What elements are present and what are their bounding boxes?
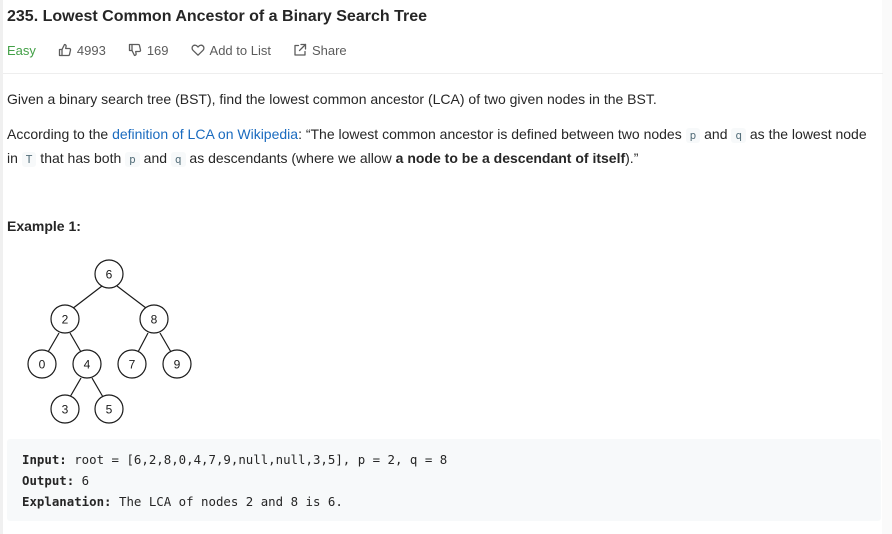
heart-icon xyxy=(190,44,205,56)
text-fragment: ).” xyxy=(625,150,639,166)
description-paragraph-2: According to the definition of LCA on Wi… xyxy=(7,123,877,171)
input-value: root = [6,2,8,0,4,7,9,null,null,3,5], p … xyxy=(66,452,448,467)
output-value: 6 xyxy=(74,473,90,488)
tree-node: 4 xyxy=(72,349,102,379)
share-button[interactable]: Share xyxy=(293,43,347,58)
text-fragment: and xyxy=(700,126,732,142)
tree-edge xyxy=(71,285,103,310)
share-label: Share xyxy=(311,42,347,58)
tree-edge xyxy=(137,332,149,353)
tree-node-label: 7 xyxy=(129,358,136,372)
text-fragment: and xyxy=(139,150,171,166)
tree-node: 7 xyxy=(117,349,147,379)
tree-edge xyxy=(159,332,172,353)
tree-edge xyxy=(91,377,104,398)
header-divider xyxy=(3,73,883,74)
add-to-list-label: Add to List xyxy=(209,42,271,58)
dislike-button[interactable]: 169 xyxy=(128,43,169,58)
tree-node: 5 xyxy=(94,394,124,424)
code-q: q xyxy=(170,152,186,167)
code-T: T xyxy=(21,152,37,167)
lca-wikipedia-link[interactable]: definition of LCA on Wikipedia xyxy=(112,126,298,142)
explanation-line: Explanation: The LCA of nodes 2 and 8 is… xyxy=(22,494,343,509)
tree-node: 9 xyxy=(162,349,192,379)
tree-node: 8 xyxy=(139,304,169,334)
description-paragraph-1: Given a binary search tree (BST), find t… xyxy=(7,91,657,107)
thumbs-down-icon xyxy=(128,43,142,57)
output-label: Output: xyxy=(22,473,75,488)
text-fragment: that has both xyxy=(36,150,126,166)
text-fragment: as descendants (where we allow xyxy=(185,150,396,166)
tree-node: 2 xyxy=(50,304,80,334)
right-panel-edge xyxy=(882,0,892,534)
tree-edge xyxy=(116,285,147,309)
like-count: 4993 xyxy=(76,42,106,58)
tree-node: 0 xyxy=(27,349,57,379)
code-p: p xyxy=(685,128,701,143)
tree-node-label: 9 xyxy=(174,358,181,372)
left-panel-edge xyxy=(0,0,3,534)
tree-node-label: 2 xyxy=(62,313,69,327)
input-label: Input: xyxy=(22,452,67,467)
thumbs-up-icon xyxy=(58,43,72,57)
code-p: p xyxy=(125,152,140,167)
tree-edge xyxy=(47,332,60,353)
dislike-count: 169 xyxy=(146,42,169,58)
text-fragment: : “The lowest common ancestor is defined… xyxy=(298,126,686,142)
text-fragment: According to the xyxy=(7,126,113,142)
tree-node-label: 0 xyxy=(39,358,46,372)
explanation-label: Explanation: xyxy=(22,494,112,509)
output-line: Output: 6 xyxy=(22,473,89,488)
share-icon xyxy=(294,43,307,56)
tree-node: 6 xyxy=(94,259,124,289)
explanation-value: The LCA of nodes 2 and 8 is 6. xyxy=(111,494,343,509)
example-io-block: Input: root = [6,2,8,0,4,7,9,null,null,3… xyxy=(7,439,881,521)
tree-node-label: 8 xyxy=(151,313,158,327)
tree-node-label: 6 xyxy=(106,268,113,282)
problem-title: 235. Lowest Common Ancestor of a Binary … xyxy=(7,8,427,25)
like-button[interactable]: 4993 xyxy=(58,43,106,58)
tree-node-label: 3 xyxy=(62,403,69,417)
tree-edge xyxy=(69,332,82,353)
tree-edge xyxy=(69,377,82,398)
difficulty-badge: Easy xyxy=(7,42,36,58)
add-to-list-button[interactable]: Add to List xyxy=(190,42,271,58)
tree-node-label: 5 xyxy=(106,403,113,417)
input-line: Input: root = [6,2,8,0,4,7,9,null,null,3… xyxy=(22,452,447,467)
problem-meta-bar: Easy 4993 169 Add to List Share xyxy=(7,42,369,58)
bold-text: a node to be a descendant of itself xyxy=(395,150,626,166)
code-q: q xyxy=(731,128,746,143)
tree-node: 3 xyxy=(50,394,80,424)
example-title: Example 1: xyxy=(7,218,81,234)
tree-node-label: 4 xyxy=(84,358,91,372)
